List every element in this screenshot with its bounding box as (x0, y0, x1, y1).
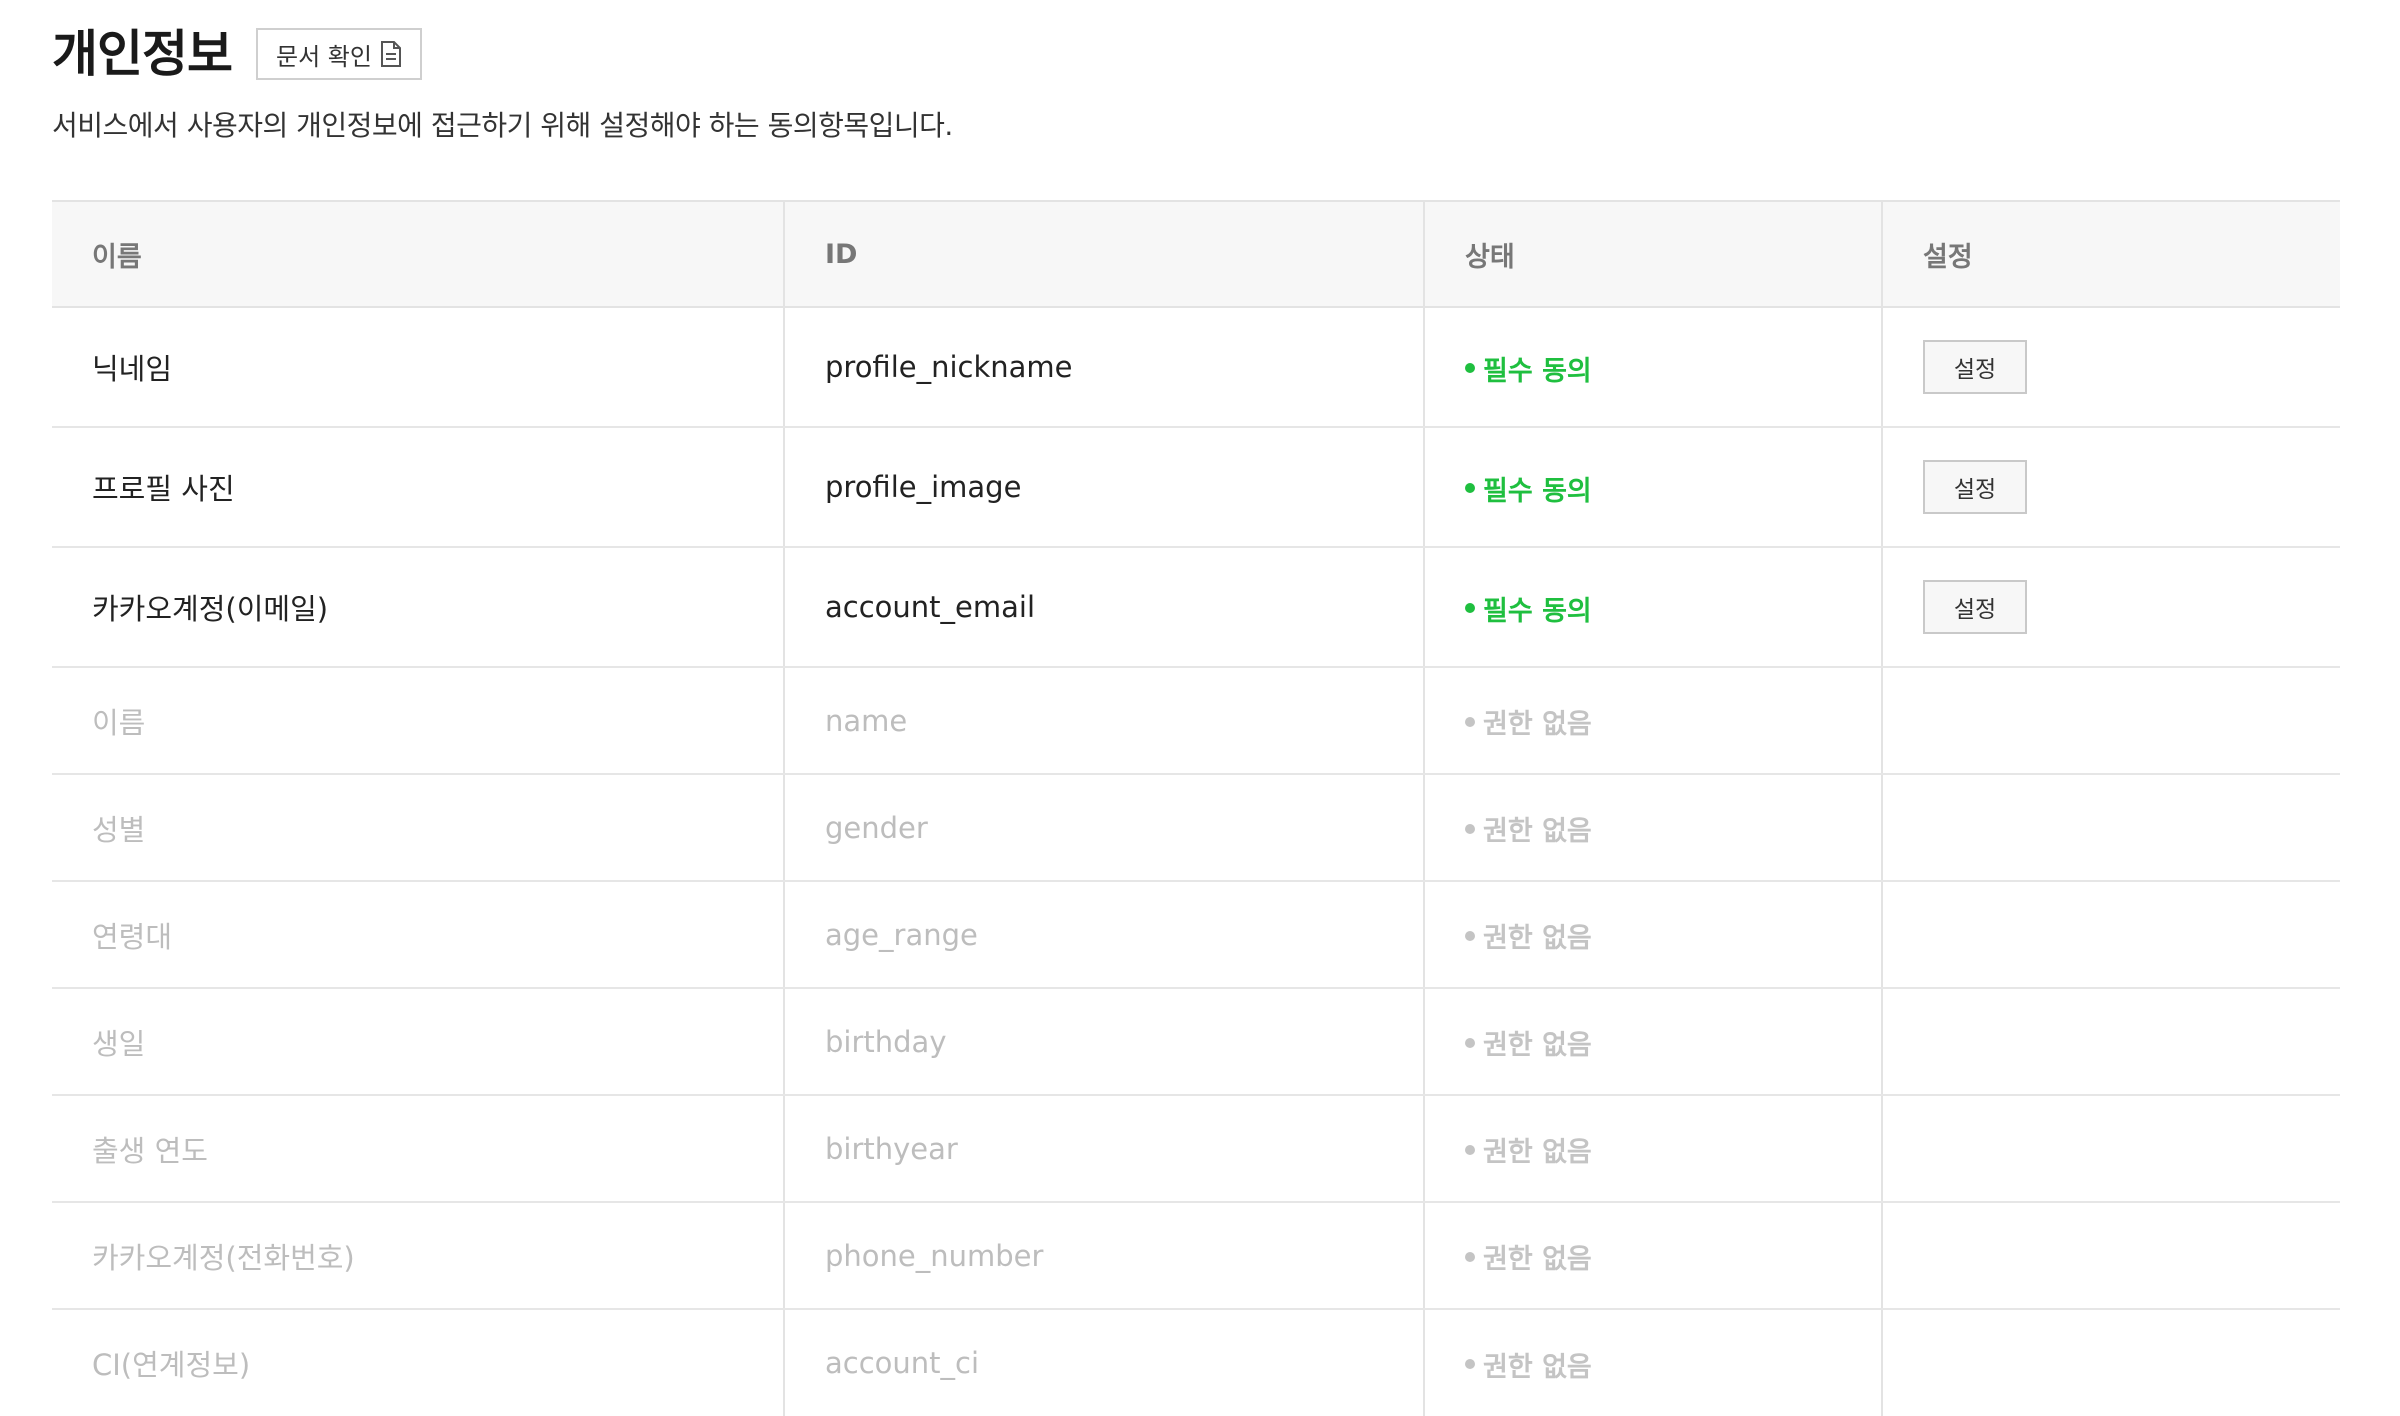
item-name: 성별 (52, 774, 784, 882)
status-badge: 권한 없음 (1465, 1023, 1592, 1062)
status-cell: 필수 동의 (1423, 427, 1882, 548)
column-header-name: 이름 (52, 200, 784, 308)
item-id: profile_nickname (783, 307, 1424, 428)
item-name: 연령대 (52, 881, 784, 989)
item-name: 닉네임 (52, 307, 784, 428)
setting-cell (1881, 1309, 2340, 1416)
page-header: 개인정보 문서 확인 (52, 22, 422, 86)
status-dot-icon (1465, 363, 1475, 374)
item-name: 카카오계정(이메일) (52, 547, 784, 668)
status-cell: 필수 동의 (1423, 547, 1882, 668)
status-badge: 필수 동의 (1465, 589, 1592, 628)
status-label: 권한 없음 (1483, 923, 1592, 955)
item-id: birthyear (783, 1095, 1424, 1203)
table-row: 프로필 사진 profile_image 필수 동의 설정 (52, 427, 2340, 548)
item-name: 이름 (52, 667, 784, 775)
item-id: gender (783, 774, 1424, 882)
status-label: 필수 동의 (1483, 595, 1592, 627)
status-badge: 권한 없음 (1465, 809, 1592, 848)
status-cell: 권한 없음 (1423, 881, 1882, 989)
item-id: age_range (783, 881, 1424, 989)
status-label: 권한 없음 (1483, 1244, 1592, 1276)
doc-check-button[interactable]: 문서 확인 (256, 28, 422, 80)
table-row: 이름 name 권한 없음 (52, 667, 2340, 775)
status-label: 권한 없음 (1483, 1351, 1592, 1383)
status-dot-icon (1465, 1144, 1475, 1155)
status-badge: 권한 없음 (1465, 1345, 1592, 1384)
item-id: account_ci (783, 1309, 1424, 1416)
setting-cell (1881, 774, 2340, 882)
status-cell: 권한 없음 (1423, 1202, 1882, 1310)
table-row: CI(연계정보) account_ci 권한 없음 (52, 1309, 2340, 1416)
consent-page: 개인정보 문서 확인 서비스에서 사용자의 개인정보에 접근하기 위해 설정해야… (0, 0, 2400, 1416)
status-label: 권한 없음 (1483, 816, 1592, 848)
doc-check-label: 문서 확인 (276, 42, 372, 71)
page-description: 서비스에서 사용자의 개인정보에 접근하기 위해 설정해야 하는 동의항목입니다… (52, 109, 953, 142)
item-name: CI(연계정보) (92, 1348, 251, 1382)
status-dot-icon (1465, 483, 1475, 494)
status-badge: 필수 동의 (1465, 469, 1592, 508)
item-id: profile_image (783, 427, 1424, 548)
item-name: 생일 (52, 988, 784, 1096)
status-cell: 권한 없음 (1423, 667, 1882, 775)
setting-cell (1881, 881, 2340, 989)
status-badge: 권한 없음 (1465, 1237, 1592, 1276)
status-cell: 권한 없음 (1423, 1095, 1882, 1203)
status-badge: 권한 없음 (1465, 916, 1592, 955)
setting-button[interactable]: 설정 (1923, 340, 2027, 394)
status-label: 권한 없음 (1483, 1030, 1592, 1062)
table-row: 카카오계정(전화번호) phone_number 권한 없음 (52, 1202, 2340, 1310)
item-id: account_email (783, 547, 1424, 668)
page-title: 개인정보 (52, 25, 233, 83)
column-header-id: ID (783, 200, 1424, 308)
table-row: 닉네임 profile_nickname 필수 동의 설정 (52, 307, 2340, 428)
table-row: 출생 연도 birthyear 권한 없음 (52, 1095, 2340, 1203)
status-dot-icon (1465, 716, 1475, 727)
item-id: phone_number (783, 1202, 1424, 1310)
setting-cell (1881, 667, 2340, 775)
setting-cell (1881, 1202, 2340, 1310)
setting-cell: 설정 (1881, 307, 2340, 428)
status-cell: 필수 동의 (1423, 307, 1882, 428)
status-label: 필수 동의 (1483, 475, 1592, 507)
setting-button[interactable]: 설정 (1923, 580, 2027, 634)
item-name: 프로필 사진 (52, 427, 784, 548)
status-cell: 권한 없음 (1423, 1309, 1882, 1416)
status-label: 권한 없음 (1483, 709, 1592, 741)
status-dot-icon (1465, 823, 1475, 834)
status-dot-icon (1465, 1359, 1475, 1370)
setting-cell (1881, 988, 2340, 1096)
column-header-setting: 설정 (1881, 200, 2340, 308)
status-badge: 권한 없음 (1465, 702, 1592, 741)
item-name: 카카오계정(전화번호) (52, 1202, 784, 1310)
status-label: 필수 동의 (1483, 355, 1592, 387)
setting-cell: 설정 (1881, 547, 2340, 668)
consent-table: 이름 ID 상태 설정 닉네임 profile_nickname 필수 동의 설… (52, 200, 2340, 1416)
item-id: birthday (783, 988, 1424, 1096)
status-dot-icon (1465, 930, 1475, 941)
status-badge: 필수 동의 (1465, 349, 1592, 388)
table-row: 카카오계정(이메일) account_email 필수 동의 설정 (52, 547, 2340, 668)
table-row: 연령대 age_range 권한 없음 (52, 881, 2340, 989)
status-cell: 권한 없음 (1423, 988, 1882, 1096)
item-name: 출생 연도 (52, 1095, 784, 1203)
status-badge: 권한 없음 (1465, 1130, 1592, 1169)
status-dot-icon (1465, 1251, 1475, 1262)
table-row: 성별 gender 권한 없음 (52, 774, 2340, 882)
setting-cell: 설정 (1881, 427, 2340, 548)
document-icon (380, 41, 402, 67)
table-row: 생일 birthday 권한 없음 (52, 988, 2340, 1096)
status-cell: 권한 없음 (1423, 774, 1882, 882)
item-id: name (783, 667, 1424, 775)
status-label: 권한 없음 (1483, 1137, 1592, 1169)
setting-cell (1881, 1095, 2340, 1203)
setting-button[interactable]: 설정 (1923, 460, 2027, 514)
column-header-status: 상태 (1423, 200, 1882, 308)
status-dot-icon (1465, 1037, 1475, 1048)
table-header-row: 이름 ID 상태 설정 (52, 200, 2340, 308)
status-dot-icon (1465, 603, 1475, 614)
